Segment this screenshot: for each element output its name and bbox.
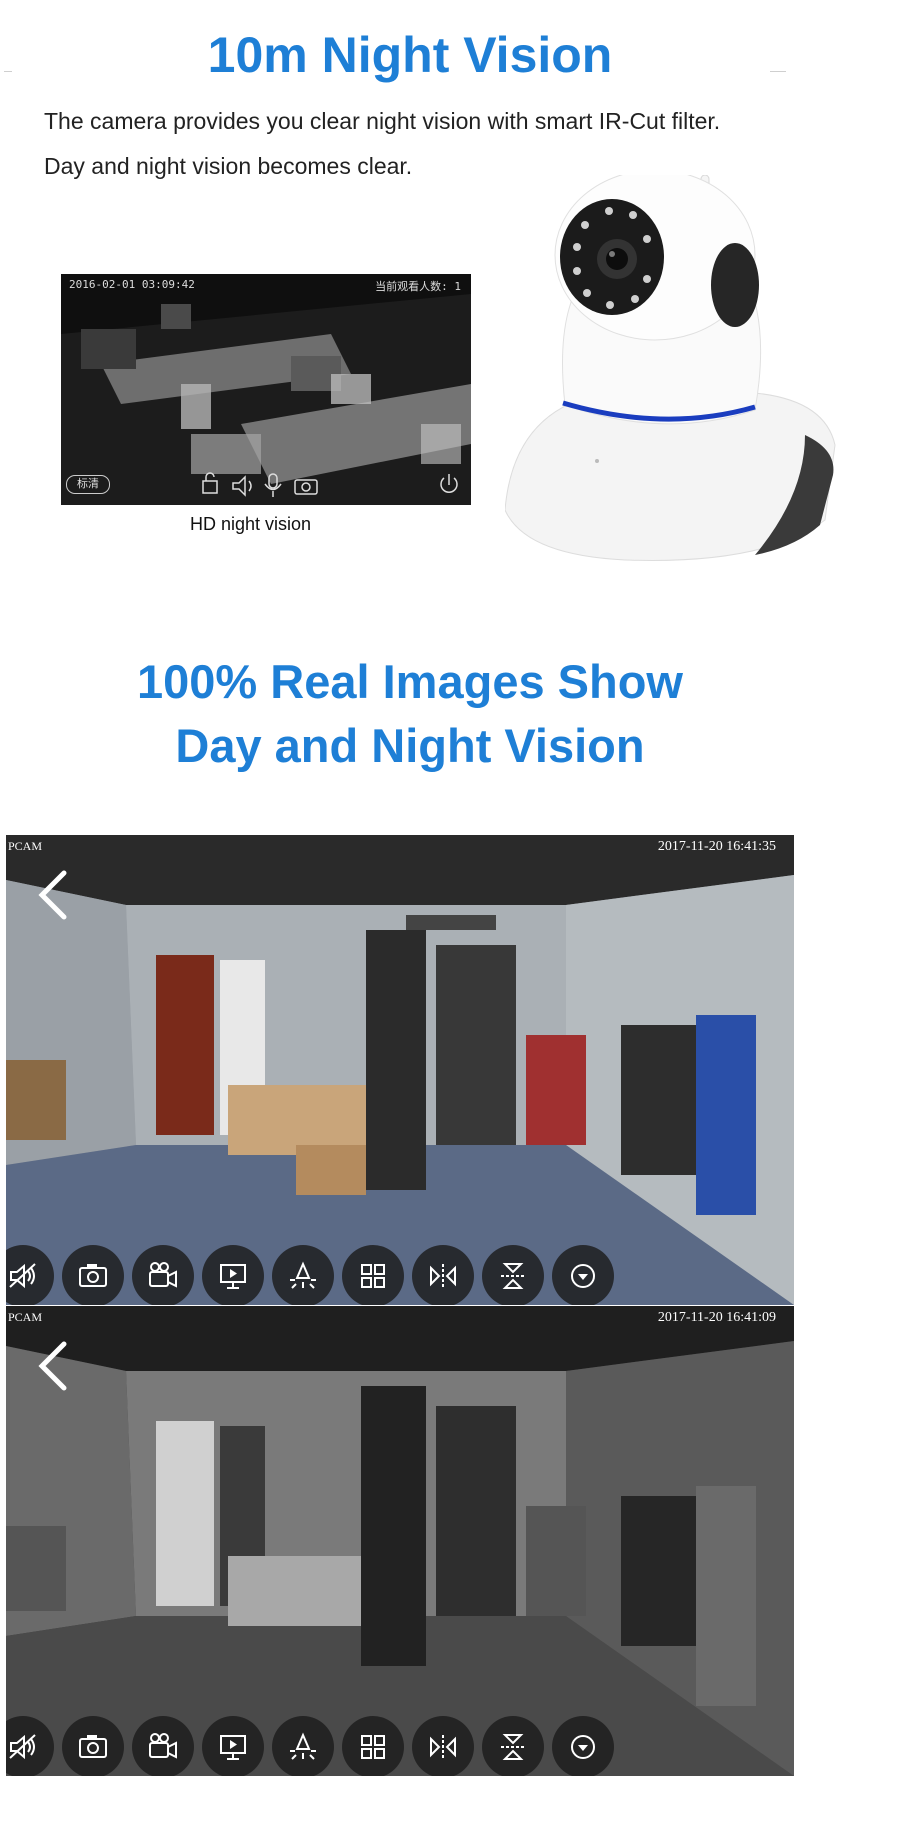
snapshot-icon (79, 1264, 107, 1287)
mute-icon (9, 1263, 36, 1289)
grid-button[interactable] (342, 1716, 404, 1776)
flip-vertical-button[interactable] (482, 1716, 544, 1776)
back-arrow-icon[interactable] (34, 865, 74, 925)
ip-camera-product-image (505, 175, 836, 561)
flip-vertical-icon (501, 1263, 525, 1289)
grid-icon (361, 1264, 385, 1288)
record-icon (149, 1262, 177, 1288)
camera-label: PCAM (8, 1310, 43, 1324)
more-icon (571, 1735, 595, 1759)
preview-timestamp: 2016-02-01 03:09:42 (69, 278, 195, 291)
camera-toolbar (6, 1716, 794, 1776)
camera-timestamp: 2017-11-20 16:41:35 (657, 839, 776, 854)
more-button[interactable] (552, 1716, 614, 1776)
more-button[interactable] (552, 1245, 614, 1305)
video-playback-button[interactable] (202, 1245, 264, 1305)
light-button[interactable] (272, 1716, 334, 1776)
quality-chip[interactable]: 标清 (66, 475, 110, 494)
flip-horizontal-icon (430, 1735, 456, 1759)
real-images-title-line-1: 100% Real Images Show (137, 655, 683, 708)
flip-horizontal-button[interactable] (412, 1245, 474, 1305)
video-playback-icon (220, 1264, 246, 1289)
real-images-title-line-2: Day and Night Vision (175, 719, 645, 772)
day-camera-view: PCAM 2017-11-20 16:41:35 (6, 835, 794, 1305)
back-arrow-icon[interactable] (34, 1336, 74, 1396)
day-gym-scene (6, 835, 794, 1305)
flip-horizontal-button[interactable] (412, 1716, 474, 1776)
night-preview-screenshot: 2016-02-01 03:09:42 当前观看人数: 1 标清 (61, 274, 471, 505)
flip-vertical-icon (501, 1734, 525, 1760)
record-button[interactable] (132, 1716, 194, 1776)
light-icon (290, 1261, 316, 1289)
video-playback-icon (220, 1735, 246, 1760)
record-button[interactable] (132, 1245, 194, 1305)
lock-icon[interactable] (202, 472, 218, 494)
snapshot-button[interactable] (62, 1245, 124, 1305)
mute-button[interactable] (6, 1716, 54, 1776)
speaker-icon[interactable] (232, 475, 252, 497)
description-line-2: Day and night vision becomes clear. (44, 153, 413, 179)
camera-icon[interactable] (294, 479, 318, 495)
mute-icon (9, 1734, 36, 1760)
flip-horizontal-icon (430, 1264, 456, 1288)
grid-button[interactable] (342, 1245, 404, 1305)
snapshot-icon (79, 1735, 107, 1758)
light-icon (290, 1732, 316, 1760)
description-line-1: The camera provides you clear night visi… (44, 108, 721, 134)
mute-button[interactable] (6, 1245, 54, 1305)
night-gym-scene (6, 1306, 794, 1776)
flip-vertical-button[interactable] (482, 1245, 544, 1305)
preview-viewer-count: 当前观看人数: 1 (375, 280, 461, 293)
real-images-title: 100% Real Images Show Day and Night Visi… (0, 650, 820, 778)
microphone-icon[interactable] (264, 473, 282, 497)
light-button[interactable] (272, 1245, 334, 1305)
night-camera-view: PCAM 2017-11-20 16:41:09 (6, 1306, 794, 1776)
more-icon (571, 1264, 595, 1288)
video-playback-button[interactable] (202, 1716, 264, 1776)
camera-timestamp: 2017-11-20 16:41:09 (657, 1310, 776, 1325)
preview-controls (202, 472, 458, 497)
night-vision-title: 10m Night Vision (207, 27, 613, 83)
camera-toolbar (6, 1245, 794, 1305)
record-icon (149, 1733, 177, 1759)
grid-icon (361, 1735, 385, 1759)
preview-caption: HD night vision (190, 514, 312, 534)
snapshot-button[interactable] (62, 1716, 124, 1776)
power-icon[interactable] (440, 474, 458, 493)
camera-label: PCAM (8, 839, 43, 853)
